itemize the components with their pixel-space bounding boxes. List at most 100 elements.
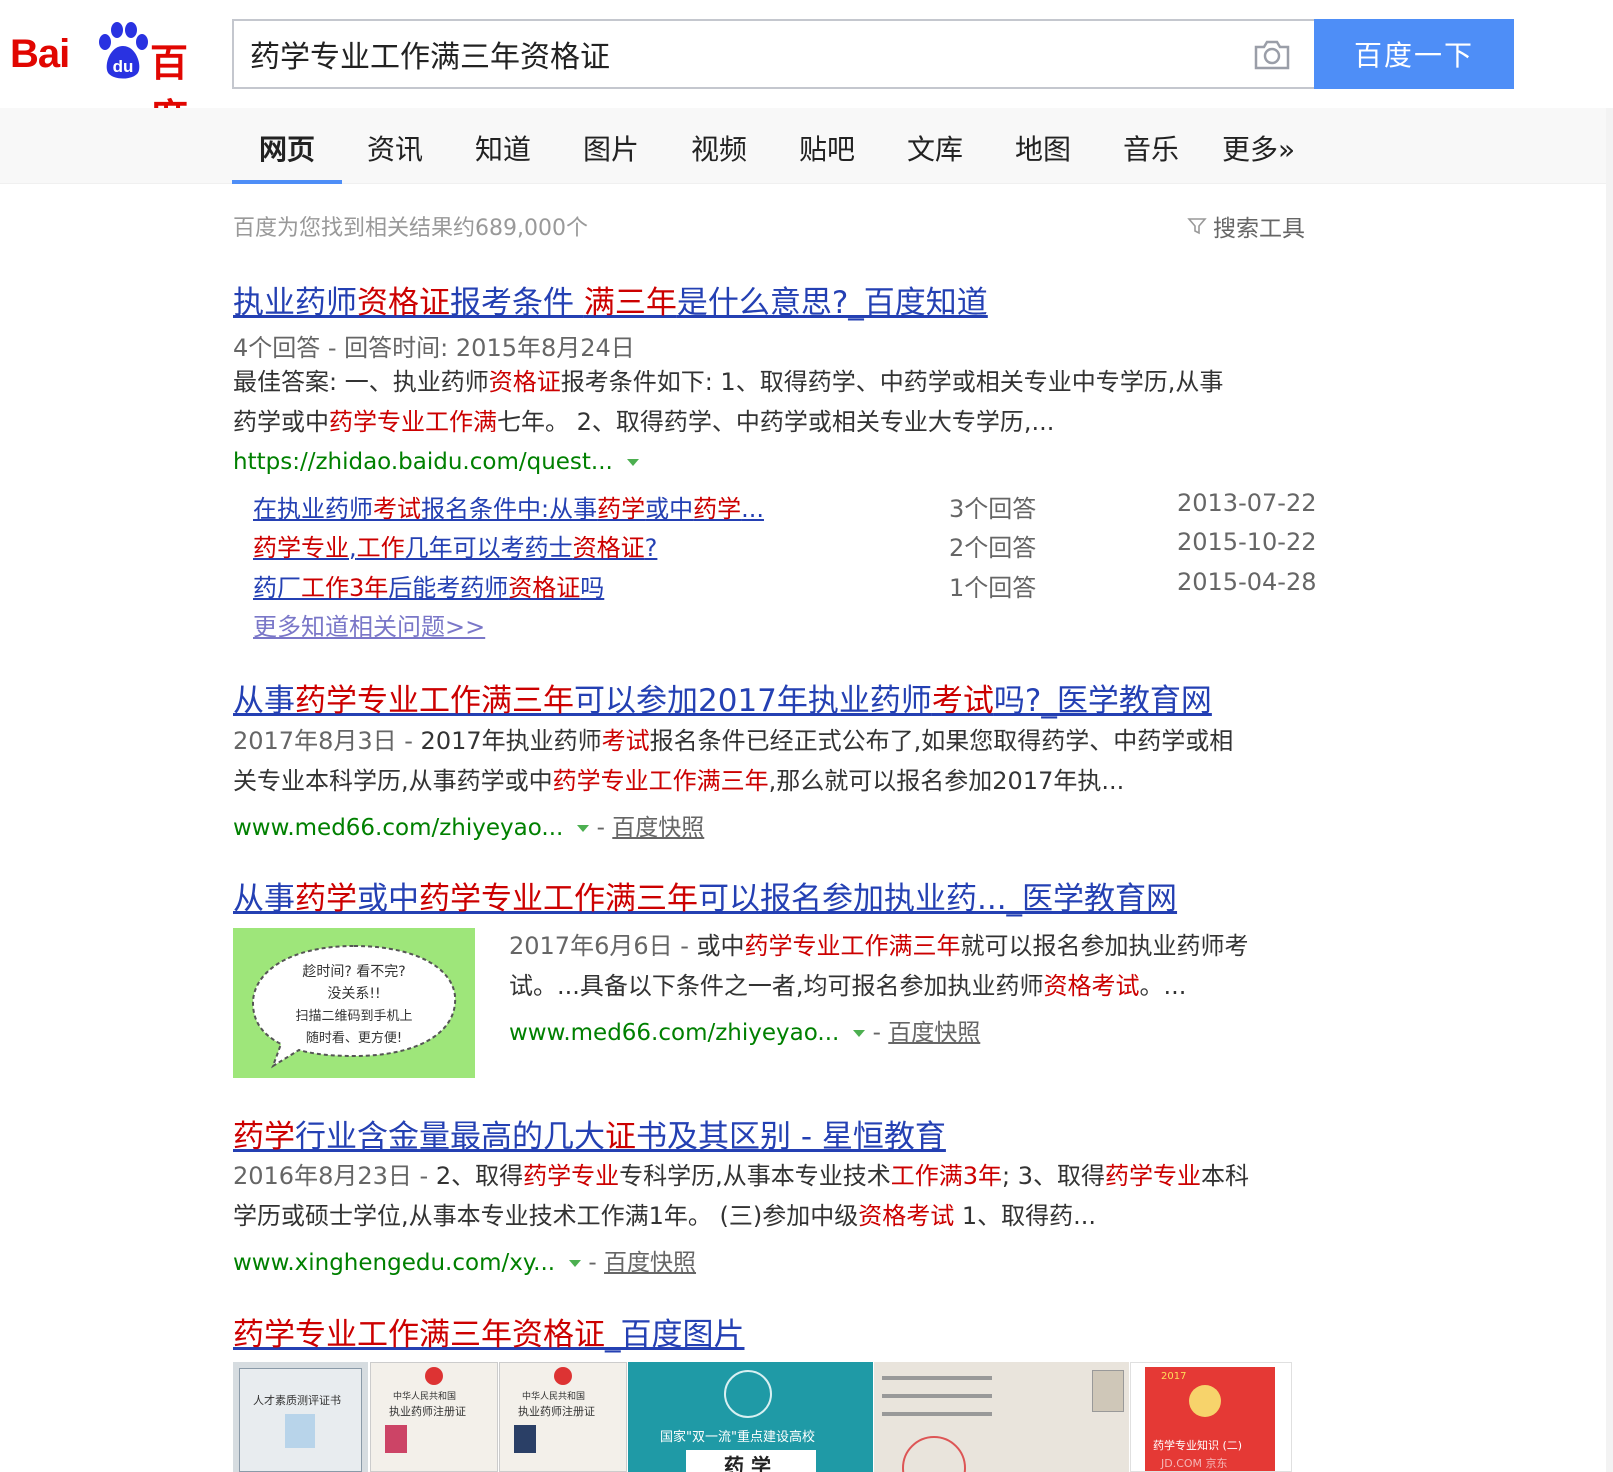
search-tools-button[interactable]: 搜索工具	[1213, 209, 1305, 243]
snapshot-link[interactable]: 百度快照	[604, 1250, 696, 1276]
keyword-highlight: 药学	[597, 495, 646, 523]
tab-news[interactable]: 资讯	[367, 128, 423, 168]
keyword-highlight: 考试	[931, 683, 994, 719]
result-title[interactable]: 药学行业含金量最高的几大证书及其区别 - 星恒教育	[233, 1111, 946, 1156]
text-segment: 后能考药师	[388, 574, 509, 602]
snapshot-link[interactable]: 百度快照	[612, 815, 704, 841]
baidu-logo[interactable]: Bai du 百度	[10, 10, 215, 140]
text-segment: 报名条件已经正式公布了,如果您取得药学、中药学或相	[649, 727, 1234, 755]
result-date: 2016年8月23日 -	[233, 1162, 436, 1190]
result-url-text[interactable]: www.med66.com/zhiyeyao...	[509, 1020, 839, 1046]
nav-tabs: 网页 资讯 知道 图片 视频 贴吧 文库 地图 音乐 更多»	[0, 108, 1613, 184]
zhidao-sub-link[interactable]: 药学专业,工作几年可以考药士资格证?	[253, 528, 657, 563]
search-button[interactable]: 百度一下	[1314, 19, 1514, 89]
tab-map[interactable]: 地图	[1015, 128, 1071, 168]
keyword-highlight: 资格证	[572, 534, 645, 562]
image-caption: 2017	[1161, 1371, 1187, 1382]
thumb-text-line: 随时看、更方便!	[306, 1030, 402, 1046]
result-url[interactable]: www.med66.com/zhiyeyao... - 百度快照	[233, 808, 704, 842]
search-input[interactable]	[234, 21, 1234, 87]
camera-icon[interactable]	[1252, 38, 1292, 72]
text-segment: 是什么意思?_百度知道	[676, 285, 988, 321]
keyword-highlight: 药学专业	[253, 534, 349, 562]
text-segment: 1、取得药...	[954, 1202, 1097, 1230]
result-url-text[interactable]: www.med66.com/zhiyeyao...	[233, 815, 563, 841]
keyword-highlight: 资格证	[488, 368, 561, 396]
result-url-text[interactable]: https://zhidao.baidu.com/quest...	[233, 449, 613, 475]
text-segment: 书及其区别 - 星恒教育	[636, 1119, 946, 1155]
result-title[interactable]: 从事药学专业工作满三年可以参加2017年执业药师考试吗?_医学教育网	[233, 675, 1212, 720]
tab-images[interactable]: 图片	[583, 128, 639, 168]
image-caption: 执业药师注册证	[518, 1405, 595, 1418]
text-segment: ; 3、取得	[1002, 1162, 1105, 1190]
result-title[interactable]: 药学专业工作满三年资格证_百度图片	[233, 1309, 745, 1354]
result-thumbnail[interactable]: 趁时间? 看不完? 没关系!! 扫描二维码到手机上 随时看、更方便!	[233, 928, 475, 1078]
result-abstract: 2016年8月23日 - 2、取得药学专业专科学历,从事本专业技术工作满3年; …	[233, 1156, 1343, 1236]
abstract-line: 关专业本科学历,从事药学或中药学专业工作满三年,那么就可以报名参加2017年执.…	[233, 761, 1323, 801]
result-url[interactable]: www.med66.com/zhiyeyao... - 百度快照	[509, 1013, 980, 1047]
text-segment: _百度图片	[605, 1317, 745, 1353]
chevron-down-icon[interactable]	[569, 1260, 582, 1267]
abstract-line: 试。...具备以下条件之一者,均可报名参加执业药师资格考试。...	[509, 966, 1319, 1006]
text-segment: 报考条件如下: 1、取得药学、中药学或相关专业中专学历,从事	[560, 368, 1224, 396]
keyword-highlight: 证	[605, 1119, 636, 1155]
tab-more[interactable]: 更多»	[1222, 128, 1295, 168]
image-thumbnail[interactable]	[874, 1362, 1129, 1472]
text-segment: 可以参加2017年执业药师	[574, 683, 932, 719]
keyword-highlight: 药学专业	[1105, 1162, 1201, 1190]
keyword-highlight: 药学	[233, 1119, 295, 1155]
zhidao-sub-link[interactable]: 药厂工作3年后能考药师资格证吗	[253, 568, 604, 603]
zhidao-sub-link[interactable]: 在执业药师考试报名条件中:从事药学或中药学...	[253, 489, 764, 524]
text-segment: 。...	[1139, 972, 1187, 1000]
tab-music[interactable]: 音乐	[1123, 128, 1179, 168]
chevron-down-icon[interactable]	[626, 459, 639, 466]
keyword-highlight: 资格考试	[1043, 972, 1140, 1000]
keyword-highlight: 工作	[356, 534, 405, 562]
abstract-line: 2017年8月3日 - 2017年执业药师考试报名条件已经正式公布了,如果您取得…	[233, 721, 1323, 761]
keyword-highlight: 资格证	[357, 285, 450, 321]
tab-webpage[interactable]: 网页	[259, 128, 315, 168]
tab-tieba[interactable]: 贴吧	[799, 128, 855, 168]
snapshot-link[interactable]: 百度快照	[888, 1020, 980, 1046]
image-thumbnail[interactable]: 中华人民共和国 执业药师注册证	[499, 1362, 627, 1472]
tab-zhidao[interactable]: 知道	[475, 128, 531, 168]
keyword-highlight: 满三年	[583, 285, 677, 321]
filter-icon[interactable]	[1187, 216, 1207, 236]
text-segment: 报考条件	[450, 285, 584, 321]
result-url-text[interactable]: www.xinghengedu.com/xy...	[233, 1250, 555, 1276]
more-zhidao-link[interactable]: 更多知道相关问题>>	[253, 607, 485, 642]
abstract-line: 药学或中药学专业工作满七年。 2、取得药学、中药学或相关专业大专学历,...	[233, 402, 1323, 442]
image-caption: 药 学	[724, 1454, 771, 1472]
image-thumbnail[interactable]: 国家"双一流"重点建设高校 药 学	[628, 1362, 873, 1472]
keyword-highlight: 资格考试	[858, 1202, 955, 1230]
image-thumbnail[interactable]: 2017 药学专业知识 (二) JD.COM 京东	[1130, 1362, 1292, 1472]
result-title[interactable]: 执业药师资格证报考条件 满三年是什么意思?_百度知道	[233, 277, 988, 322]
keyword-highlight: 药学专业工作满三年	[552, 767, 769, 795]
thumb-text-line: 扫描二维码到手机上	[295, 1009, 412, 1024]
image-thumbnail[interactable]: 人才素质测评证书	[233, 1362, 368, 1472]
result-abstract: 最佳答案: 一、执业药师资格证报考条件如下: 1、取得药学、中药学或相关专业中专…	[233, 362, 1323, 442]
keyword-highlight: 考试	[601, 727, 650, 755]
scrollbar[interactable]	[1606, 108, 1613, 1472]
result-url[interactable]: www.xinghengedu.com/xy... - 百度快照	[233, 1243, 696, 1277]
keyword-highlight: 药学专业工作满	[329, 408, 497, 436]
image-caption: 中华人民共和国	[522, 1392, 586, 1402]
keyword-highlight: 工作满3年	[890, 1162, 1003, 1190]
tab-video[interactable]: 视频	[691, 128, 747, 168]
zhidao-date: 2015-04-28	[1177, 568, 1317, 596]
tab-wenku[interactable]: 文库	[907, 128, 963, 168]
image-thumbnail[interactable]: 中华人民共和国 执业药师注册证	[370, 1362, 498, 1472]
result-url[interactable]: https://zhidao.baidu.com/quest...	[233, 449, 639, 475]
chevron-down-icon[interactable]	[853, 1030, 866, 1037]
result-abstract: 2017年6月6日 - 或中药学专业工作满三年就可以报名参加执业药师考 试。..…	[509, 926, 1319, 1006]
text-segment: 本科	[1201, 1162, 1249, 1190]
chevron-down-icon[interactable]	[577, 825, 590, 832]
result-title[interactable]: 从事药学或中药学专业工作满三年可以报名参加执业药..._医学教育网	[233, 873, 1177, 918]
keyword-highlight: 考试	[373, 495, 421, 523]
keyword-highlight: 工作3年	[301, 574, 389, 602]
text-segment: 行业含金量最高的几大	[295, 1119, 605, 1155]
text-segment: ,那么就可以报名参加2017年执...	[768, 767, 1125, 795]
text-segment: 吗?_医学教育网	[993, 683, 1212, 719]
text-segment: 从事	[233, 683, 295, 719]
text-segment: 可以报名参加执业药..._医学教育网	[698, 881, 1178, 917]
